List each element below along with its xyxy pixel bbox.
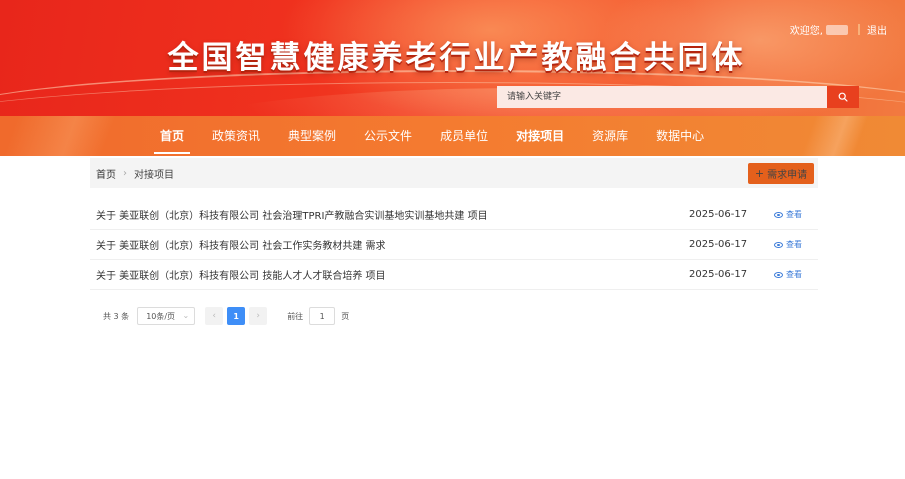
page-number-current[interactable]: 1: [227, 307, 246, 325]
prev-page-button[interactable]: ‹: [205, 307, 224, 325]
project-date: 2025-06-17: [689, 209, 748, 220]
plus-icon: +: [754, 167, 765, 180]
search-button[interactable]: [827, 86, 859, 108]
view-button[interactable]: 查看: [774, 269, 802, 280]
goto-label: 前往: [287, 311, 304, 321]
nav-decoration: [0, 116, 140, 156]
project-date: 2025-06-17: [689, 269, 748, 280]
chevron-right-icon: ›: [123, 167, 127, 179]
apply-request-button[interactable]: + 需求申请: [748, 163, 814, 184]
list-item: 关于 美亚联创（北京）科技有限公司 社会治理TPRI产教融合实训基地实训基地共建…: [90, 200, 818, 230]
view-label: 查看: [786, 210, 802, 219]
view-label: 查看: [786, 270, 802, 279]
apply-request-label: 需求申请: [767, 170, 808, 181]
view-label: 查看: [786, 240, 802, 249]
chevron-down-icon: ⌄: [182, 311, 190, 320]
nav-item-home[interactable]: 首页: [146, 116, 198, 156]
search-icon: [838, 92, 848, 102]
eye-icon: [774, 211, 783, 218]
pagination: 共 3 条 10条/页 ⌄ ‹ 1 › 前往 页: [103, 307, 349, 325]
nav-decoration: [795, 116, 885, 156]
site-title: 全国智慧健康养老行业产教融合共同体: [167, 40, 746, 76]
goto-page-input[interactable]: [309, 307, 336, 325]
nav-item-resources[interactable]: 资源库: [578, 116, 642, 156]
view-button[interactable]: 查看: [774, 209, 802, 220]
total-count: 共 3 条: [103, 311, 130, 321]
view-button[interactable]: 查看: [774, 239, 802, 250]
breadcrumb-current: 对接项目: [134, 169, 174, 181]
nav-item-data-center[interactable]: 数据中心: [642, 116, 718, 156]
nav-item-public-files[interactable]: 公示文件: [350, 116, 426, 156]
list-item: 关于 美亚联创（北京）科技有限公司 技能人才人才联合培养 项目 2025-06-…: [90, 260, 818, 290]
divider: [858, 24, 860, 35]
next-page-button[interactable]: ›: [249, 307, 268, 325]
header-banner: 全国智慧健康养老行业产教融合共同体 欢迎您, 退出: [0, 0, 905, 116]
username-masked: [826, 24, 848, 35]
search-input[interactable]: [497, 86, 827, 108]
logout-link[interactable]: 退出: [867, 22, 887, 37]
welcome-text: 欢迎您,: [789, 26, 823, 37]
project-date: 2025-06-17: [689, 239, 748, 250]
eye-icon: [774, 271, 783, 278]
list-item: 关于 美亚联创（北京）科技有限公司 社会工作实务教材共建 需求 2025-06-…: [90, 230, 818, 260]
breadcrumb: 首页 › 对接项目 + 需求申请: [90, 158, 818, 188]
breadcrumb-home[interactable]: 首页: [96, 166, 116, 181]
nav-item-typical-cases[interactable]: 典型案例: [274, 116, 350, 156]
eye-icon: [774, 241, 783, 248]
main-nav: 首页 政策资讯 典型案例 公示文件 成员单位 对接项目 资源库 数据中心: [0, 116, 905, 156]
nav-item-projects[interactable]: 对接项目: [502, 116, 578, 156]
user-area: 欢迎您, 退出: [790, 22, 887, 37]
goto-suffix: 页: [341, 311, 350, 321]
search-box: [497, 86, 859, 108]
main-content: 首页 › 对接项目 + 需求申请 关于 美亚联创（北京）科技有限公司 社会治理T…: [90, 158, 818, 290]
nav-item-policy-news[interactable]: 政策资讯: [198, 116, 274, 156]
page-size-select[interactable]: 10条/页 ⌄: [137, 307, 196, 325]
page-size-value: 10条/页: [146, 311, 176, 321]
project-list: 关于 美亚联创（北京）科技有限公司 社会治理TPRI产教融合实训基地实训基地共建…: [90, 200, 818, 290]
nav-item-members[interactable]: 成员单位: [426, 116, 502, 156]
